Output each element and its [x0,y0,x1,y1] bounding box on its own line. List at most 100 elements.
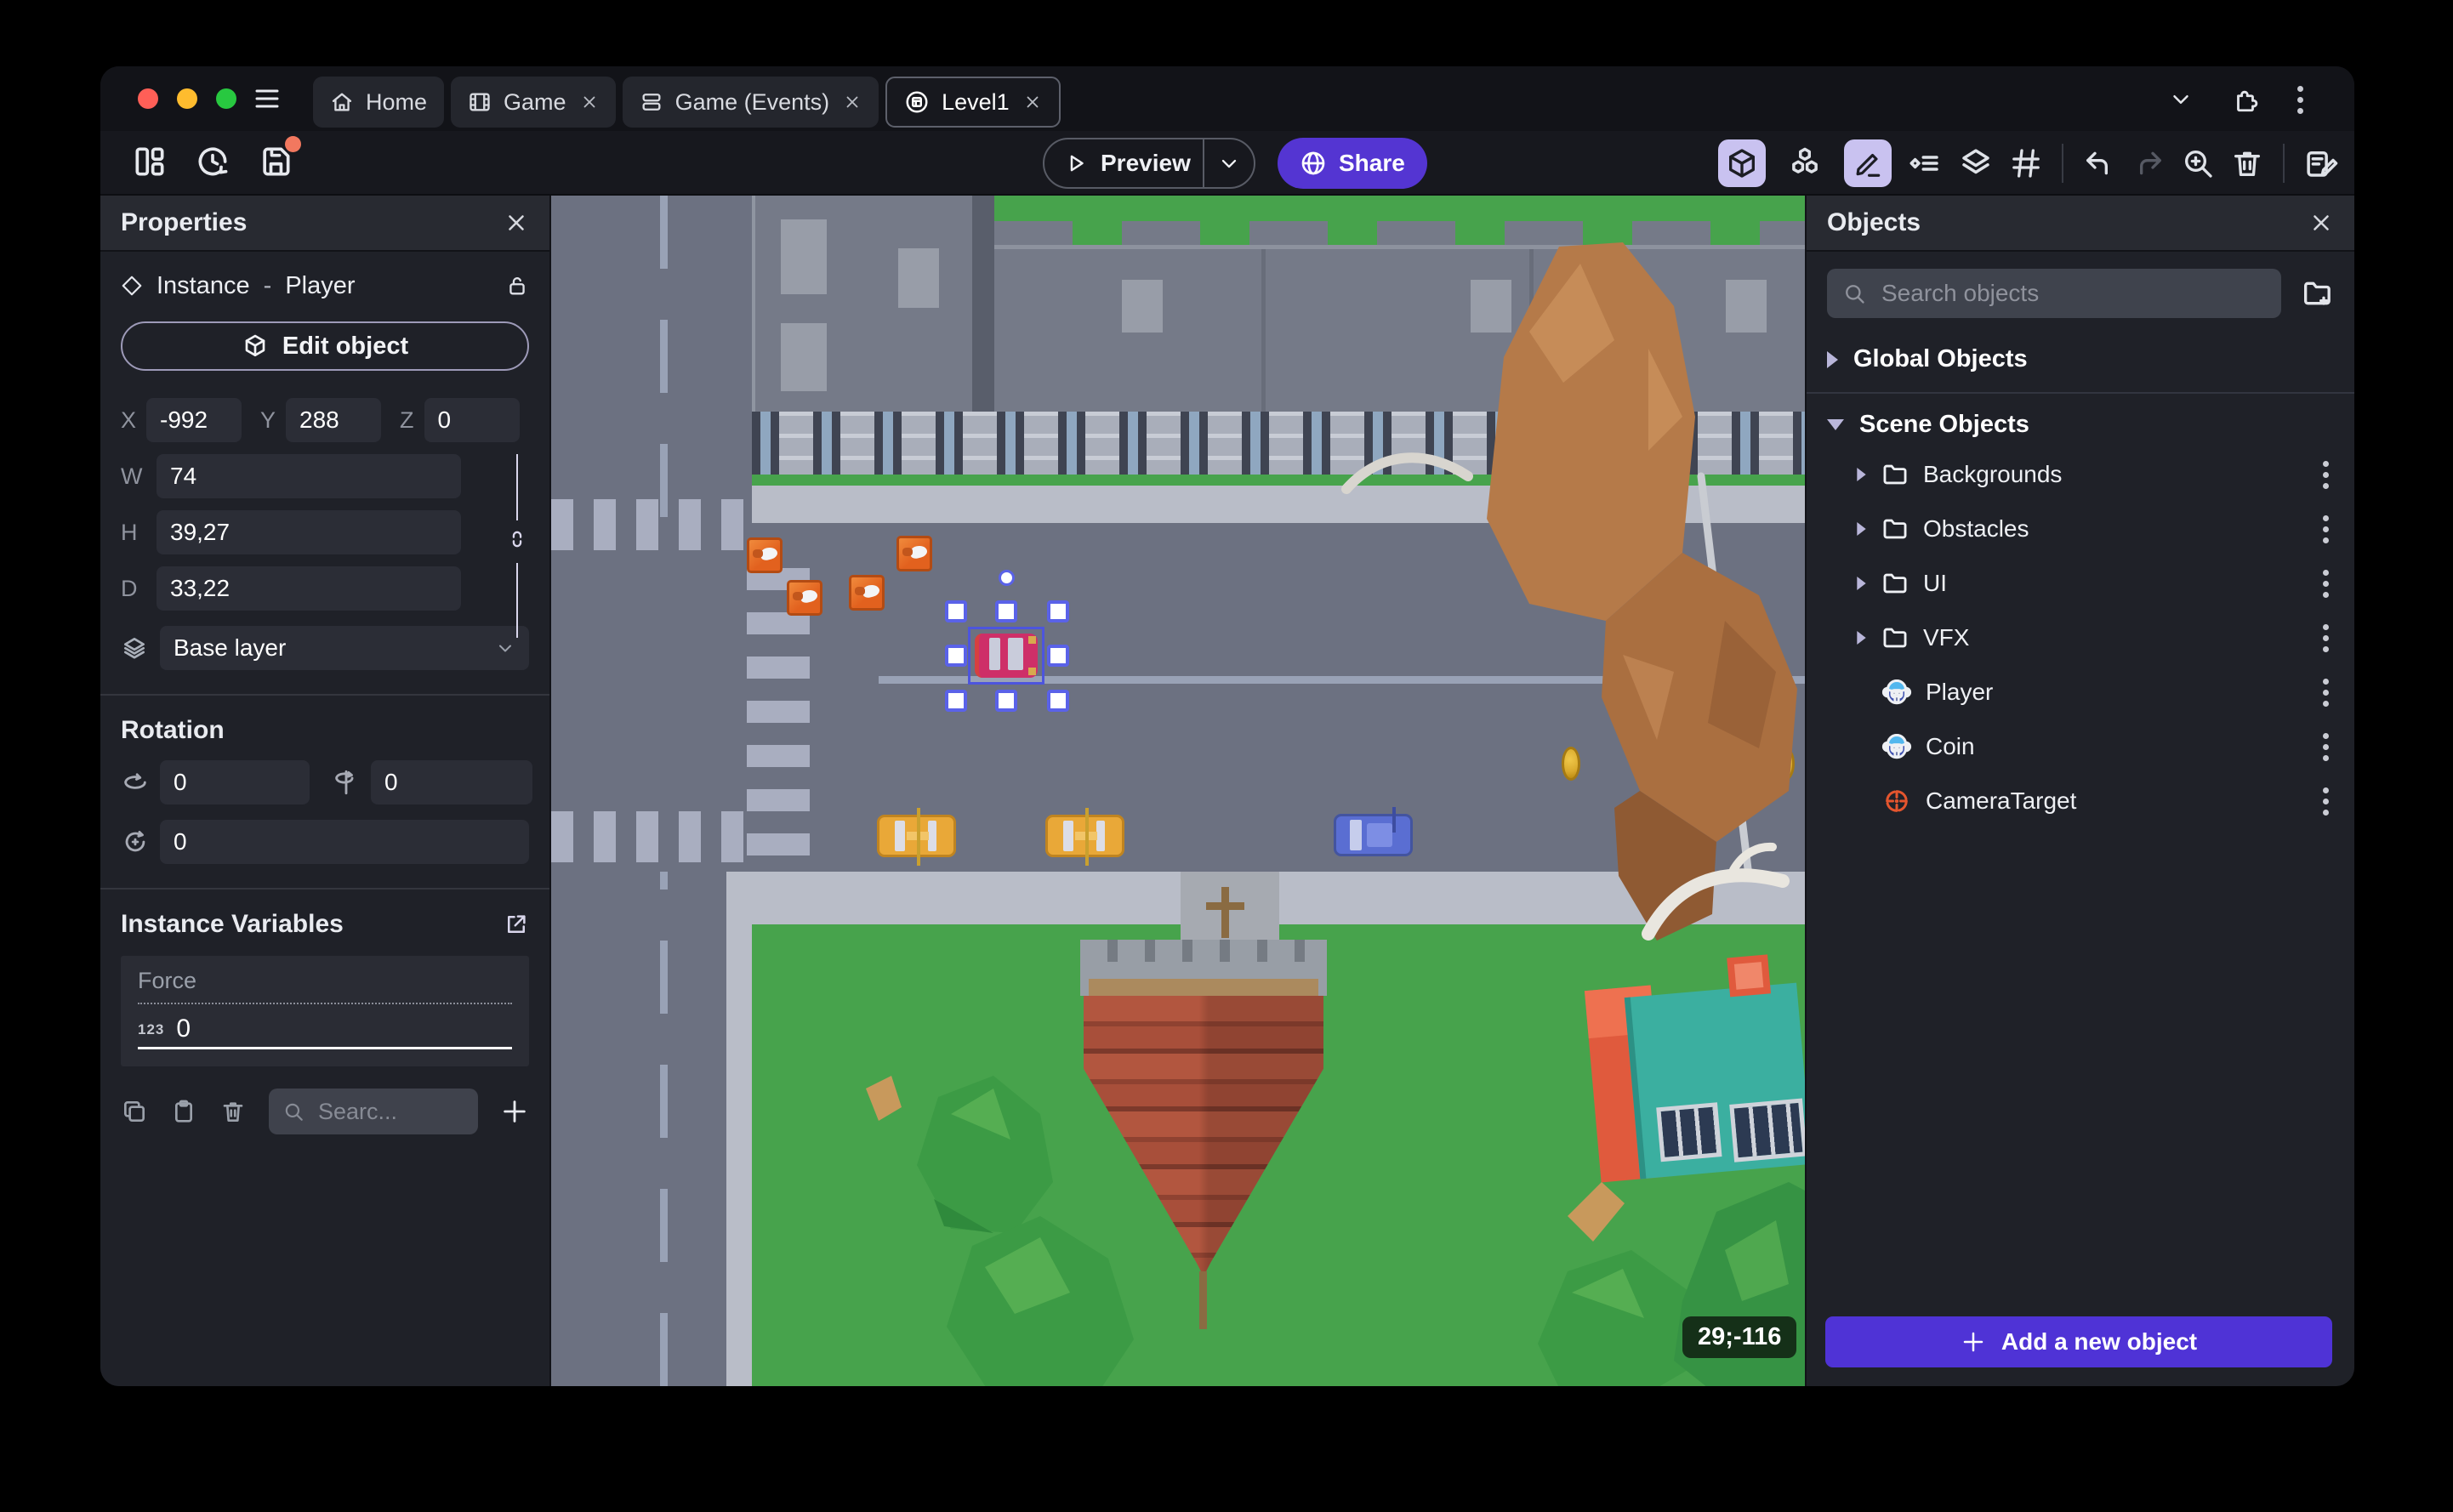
copy-icon[interactable] [121,1098,148,1125]
extensions-puzzle-icon[interactable] [2231,85,2260,114]
selection-handle[interactable] [1047,600,1069,622]
variable-name[interactable]: Force [138,968,512,1004]
scene-objects-section[interactable]: Scene Objects [1827,411,2334,439]
unlock-icon[interactable] [505,274,529,298]
obstacle-crate[interactable] [747,537,783,573]
selection-handle[interactable] [945,645,967,667]
y-input[interactable] [286,398,382,442]
x-input[interactable] [146,398,242,442]
tab-level1[interactable]: Level1 [885,77,1061,128]
trash-icon[interactable] [2230,146,2264,180]
object-folder-ui[interactable]: UI [1827,556,2334,611]
variables-search-input[interactable] [316,1097,418,1126]
history-icon[interactable] [194,143,231,180]
delete-variable-icon[interactable] [219,1098,247,1125]
selection-handle[interactable] [945,690,967,712]
3d-view-toggle-icon[interactable] [1718,139,1766,187]
selection-handle[interactable] [995,600,1017,622]
preview-options-chevron[interactable] [1204,151,1254,175]
rotation-x-input[interactable] [160,760,310,804]
obstacle-crate[interactable] [787,580,822,616]
blue-car[interactable] [1334,807,1413,856]
obstacle-crate[interactable] [896,536,932,571]
tab-home[interactable]: Home [313,77,445,128]
scene-properties-edit-icon[interactable] [2303,145,2339,181]
minimize-window-button[interactable] [177,88,197,109]
tower-wall[interactable] [1181,872,1279,950]
width-input[interactable] [157,454,461,498]
objects-search[interactable] [1827,269,2281,318]
selection-handle[interactable] [945,600,967,622]
global-objects-section[interactable]: Global Objects [1827,345,2334,373]
object-row-player[interactable]: Player [1827,665,2334,719]
tower-cap[interactable] [1080,940,1327,996]
building-roof[interactable] [994,245,1805,412]
rotation-y-input[interactable] [371,760,532,804]
redo-icon[interactable] [2131,146,2166,180]
building-roof[interactable] [752,196,972,412]
object-folder-obstacles[interactable]: Obstacles [1827,502,2334,556]
maximize-window-button[interactable] [216,88,236,109]
row-menu-icon[interactable] [2323,732,2334,761]
project-manager-icon[interactable] [131,143,168,180]
teal-building[interactable] [1583,952,1805,1217]
coin-object[interactable] [1562,747,1580,781]
row-menu-icon[interactable] [2323,787,2334,816]
objects-3d-icon[interactable] [1781,139,1829,187]
row-menu-icon[interactable] [2323,678,2334,707]
selection-handle[interactable] [1047,645,1069,667]
scene-editor-canvas[interactable]: 29;-116 [551,196,1805,1386]
close-tab-icon[interactable] [843,93,862,111]
preview-button[interactable]: Preview [1043,138,1255,189]
main-menu-icon[interactable] [252,83,282,114]
yellow-car[interactable] [1045,808,1124,866]
link-sizes-icon[interactable] [505,527,529,551]
row-menu-icon[interactable] [2323,514,2334,543]
height-input[interactable] [157,510,461,554]
paste-icon[interactable] [170,1098,197,1125]
variables-search[interactable] [269,1089,478,1134]
rotate-handle[interactable] [999,570,1015,586]
grid-icon[interactable] [2009,146,2043,180]
add-folder-icon[interactable] [2300,276,2334,310]
tab-game[interactable]: Game [451,77,616,128]
obstacle-crate[interactable] [849,575,885,611]
variable-value[interactable]: 0 [176,1015,191,1043]
row-menu-icon[interactable] [2323,460,2334,489]
zoom-in-icon[interactable] [2181,146,2215,180]
instances-list-icon[interactable] [1907,145,1943,181]
chevron-down-icon[interactable] [2168,87,2194,112]
browser-menu-icon[interactable] [2297,85,2308,114]
object-row-cameratarget[interactable]: CameraTarget [1827,774,2334,828]
yellow-car[interactable] [877,808,956,866]
close-tab-icon[interactable] [1023,93,1042,111]
share-button[interactable]: Share [1278,138,1427,189]
save-icon[interactable] [257,136,301,180]
open-variables-editor-icon[interactable] [504,912,529,937]
close-icon[interactable] [504,210,529,236]
undo-icon[interactable] [2082,146,2116,180]
selection-handle[interactable] [995,690,1017,712]
edit-object-button[interactable]: Edit object [121,321,529,371]
objects-search-input[interactable] [1880,279,2266,308]
rotation-z-input[interactable] [160,820,529,864]
coin-object[interactable] [1776,747,1795,781]
object-folder-backgrounds[interactable]: Backgrounds [1827,447,2334,502]
add-variable-icon[interactable] [500,1097,529,1126]
object-row-coin[interactable]: Coin [1827,719,2334,774]
layer-select[interactable]: Base layer [160,626,529,670]
close-window-button[interactable] [138,88,158,109]
window-controls[interactable] [138,88,236,109]
z-input[interactable] [424,398,520,442]
layers-icon[interactable] [1958,145,1994,181]
variable-row-force[interactable]: Force 123 0 [121,956,529,1066]
edit-mode-pencil-icon[interactable] [1844,139,1892,187]
coin-object[interactable] [1670,747,1688,781]
object-folder-vfx[interactable]: VFX [1827,611,2334,665]
depth-input[interactable] [157,566,461,611]
close-icon[interactable] [2308,210,2334,236]
tab-game-events[interactable]: Game (Events) [622,77,879,128]
selection-handle[interactable] [1047,690,1069,712]
row-menu-icon[interactable] [2323,569,2334,598]
close-tab-icon[interactable] [580,93,599,111]
